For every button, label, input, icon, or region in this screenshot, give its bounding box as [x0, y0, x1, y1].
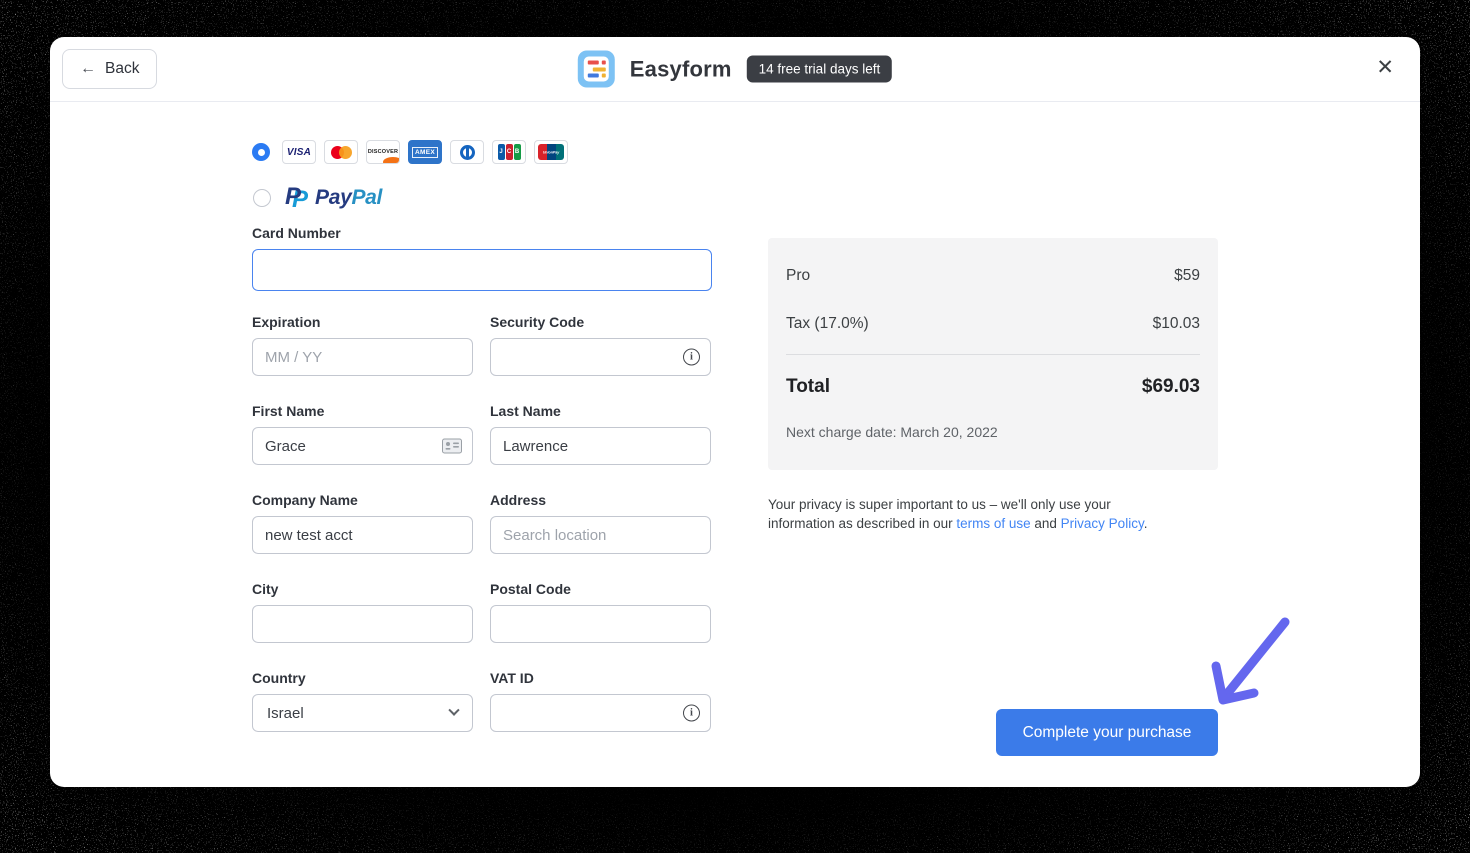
back-arrow-icon: ← — [80, 60, 96, 77]
order-summary-panel: Pro $59 Tax (17.0%) $10.03 Total $69.03 … — [768, 238, 1218, 470]
tax-label: Tax (17.0%) — [786, 315, 869, 332]
payment-method-card-row: VISA DISCOVER AMEX J C B UnionPay — [252, 140, 568, 164]
checkout-modal: ← Back Easyform 14 free trial days left … — [50, 37, 1420, 787]
plan-price: $59 — [1174, 267, 1200, 284]
tax-amount: $10.03 — [1152, 315, 1200, 332]
summary-total-row: Total $69.03 — [786, 355, 1200, 398]
first-name-label: First Name — [252, 403, 325, 419]
paypal-radio[interactable] — [253, 189, 271, 207]
vat-id-label: VAT ID — [490, 670, 534, 686]
city-input[interactable] — [252, 605, 473, 643]
visa-icon: VISA — [282, 140, 316, 164]
summary-line-item: Pro $59 — [786, 252, 1200, 300]
summary-line-item: Tax (17.0%) $10.03 — [786, 300, 1200, 348]
next-charge-date: Next charge date: March 20, 2022 — [786, 424, 998, 440]
plan-name: Pro — [786, 267, 811, 284]
complete-purchase-button[interactable]: Complete your purchase — [996, 709, 1218, 756]
back-button-label: Back — [105, 60, 140, 77]
brand-header: Easyform 14 free trial days left — [577, 50, 893, 88]
paypal-logo-icon[interactable]: P P PayPal — [285, 185, 382, 212]
card-number-label: Card Number — [252, 225, 341, 241]
privacy-note: Your privacy is super important to us – … — [768, 497, 1148, 531]
city-label: City — [252, 581, 279, 597]
card-brand-list: VISA DISCOVER AMEX J C B UnionPay — [282, 140, 568, 164]
postal-code-label: Postal Code — [490, 581, 571, 597]
security-code-input[interactable] — [490, 338, 711, 376]
company-name-label: Company Name — [252, 492, 358, 508]
company-name-input[interactable] — [252, 516, 473, 554]
vat-id-input[interactable] — [490, 694, 711, 732]
total-amount: $69.03 — [1141, 376, 1200, 397]
terms-of-use-link[interactable]: terms of use — [956, 516, 1030, 531]
discover-icon: DISCOVER — [366, 140, 400, 164]
amex-icon: AMEX — [408, 140, 442, 164]
last-name-input[interactable] — [490, 427, 711, 465]
expiration-input[interactable] — [252, 338, 473, 376]
annotation-arrow-icon — [1211, 617, 1290, 705]
first-name-input[interactable] — [252, 427, 473, 465]
vat-id-info-icon[interactable]: i — [683, 704, 700, 722]
last-name-label: Last Name — [490, 403, 561, 419]
address-label: Address — [490, 492, 547, 508]
mastercard-icon — [324, 140, 358, 164]
jcb-icon: J C B — [492, 140, 526, 164]
security-code-label: Security Code — [490, 314, 585, 330]
privacy-policy-link[interactable]: Privacy Policy — [1061, 516, 1144, 531]
country-selected-value: Israel — [267, 704, 304, 722]
country-label: Country — [252, 670, 306, 686]
card-number-input[interactable] — [252, 249, 712, 291]
diners-club-icon — [450, 140, 484, 164]
trial-badge: 14 free trial days left — [746, 55, 893, 83]
contact-card-icon[interactable] — [442, 438, 462, 454]
chevron-down-icon — [448, 704, 460, 716]
expiration-label: Expiration — [252, 314, 321, 330]
back-button[interactable]: ← Back — [62, 49, 158, 89]
payment-method-paypal-row: P P PayPal — [253, 185, 382, 212]
close-icon[interactable]: ✕ — [1376, 57, 1394, 78]
modal-header: ← Back Easyform 14 free trial days left … — [50, 37, 1420, 102]
security-code-info-icon[interactable]: i — [683, 348, 700, 366]
country-select[interactable]: Israel — [252, 694, 473, 732]
postal-code-input[interactable] — [490, 605, 711, 643]
easyform-logo-icon — [577, 50, 615, 88]
total-label: Total — [786, 376, 830, 397]
address-input[interactable] — [490, 516, 711, 554]
unionpay-icon: UnionPay — [534, 140, 568, 164]
app-title: Easyform — [629, 56, 732, 81]
card-radio-selected[interactable] — [252, 143, 270, 161]
